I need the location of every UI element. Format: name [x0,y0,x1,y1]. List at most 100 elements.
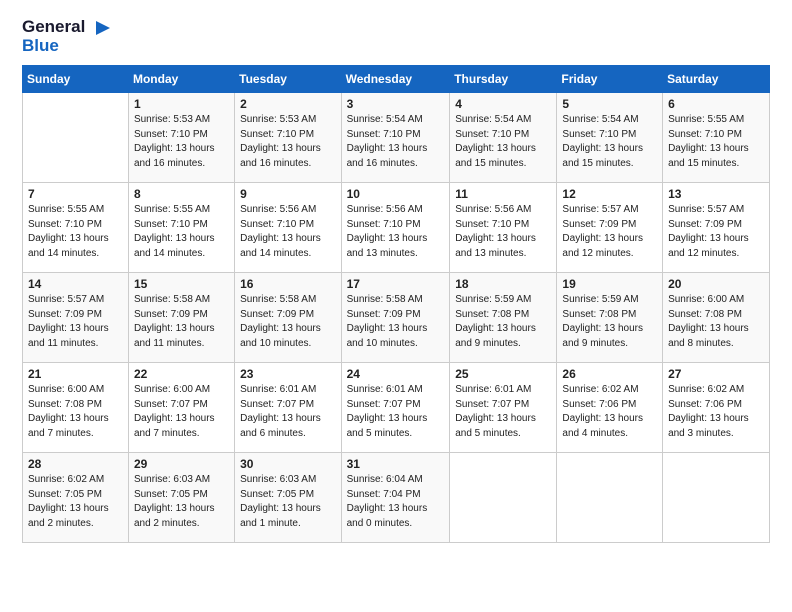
calendar-cell: 9 Sunrise: 5:56 AMSunset: 7:10 PMDaylight… [235,183,341,273]
calendar-cell: 21 Sunrise: 6:00 AMSunset: 7:08 PMDayligh… [23,363,129,453]
day-number: 7 [28,187,123,201]
week-row-0: 1 Sunrise: 5:53 AMSunset: 7:10 PMDaylight… [23,93,770,183]
calendar-cell: 14 Sunrise: 5:57 AMSunset: 7:09 PMDayligh… [23,273,129,363]
day-info: Sunrise: 5:58 AMSunset: 7:09 PMDaylight:… [240,293,335,351]
day-info: Sunrise: 6:02 AMSunset: 7:06 PMDaylight:… [562,383,657,441]
calendar-cell: 6Sunrise: 5:55 AMSunset: 7:10 PMDaylight… [663,93,770,183]
day-info: Sunrise: 5:58 AMSunset: 7:09 PMDaylight:… [134,293,229,351]
day-number: 1 [134,97,229,111]
day-number: 3 [347,97,445,111]
weekday-header-wednesday: Wednesday [341,66,450,93]
header: General Blue [22,18,770,55]
calendar-cell: 1 Sunrise: 5:53 AMSunset: 7:10 PMDaylight… [128,93,234,183]
calendar-cell: 3 Sunrise: 5:54 AMSunset: 7:10 PMDaylight… [341,93,450,183]
calendar-cell [23,93,129,183]
calendar-cell: 24 Sunrise: 6:01 AMSunset: 7:07 PMDayligh… [341,363,450,453]
day-info: Sunrise: 5:56 AMSunset: 7:10 PMDaylight:… [347,203,445,261]
day-info: Sunrise: 6:00 AMSunset: 7:07 PMDaylight:… [134,383,229,441]
logo-arrow-icon [92,19,110,37]
calendar-cell: 5 Sunrise: 5:54 AMSunset: 7:10 PMDaylight… [557,93,663,183]
weekday-header-tuesday: Tuesday [235,66,341,93]
page: General Blue SundayMondayTuesdayWednesda… [0,0,792,612]
calendar-cell: 26Sunrise: 6:02 AMSunset: 7:06 PMDayligh… [557,363,663,453]
day-number: 31 [347,457,445,471]
day-number: 30 [240,457,335,471]
weekday-header-monday: Monday [128,66,234,93]
day-info: Sunrise: 5:53 AMSunset: 7:10 PMDaylight:… [240,113,335,171]
day-info: Sunrise: 6:03 AMSunset: 7:05 PMDaylight:… [134,473,229,531]
calendar-cell: 27 Sunrise: 6:02 AMSunset: 7:06 PMDayligh… [663,363,770,453]
day-info: Sunrise: 5:56 AMSunset: 7:10 PMDaylight:… [240,203,335,261]
day-number: 17 [347,277,445,291]
day-number: 20 [668,277,764,291]
calendar-cell: 15 Sunrise: 5:58 AMSunset: 7:09 PMDayligh… [128,273,234,363]
calendar-table: SundayMondayTuesdayWednesdayThursdayFrid… [22,65,770,543]
weekday-header-row: SundayMondayTuesdayWednesdayThursdayFrid… [23,66,770,93]
calendar-cell: 13 Sunrise: 5:57 AMSunset: 7:09 PMDayligh… [663,183,770,273]
calendar-cell: 20 Sunrise: 6:00 AMSunset: 7:08 PMDayligh… [663,273,770,363]
day-number: 15 [134,277,229,291]
day-number: 8 [134,187,229,201]
day-number: 24 [347,367,445,381]
calendar-cell: 28 Sunrise: 6:02 AMSunset: 7:05 PMDayligh… [23,453,129,543]
day-number: 6 [668,97,764,111]
day-number: 4 [455,97,551,111]
day-info: Sunrise: 5:56 AMSunset: 7:10 PMDaylight:… [455,203,551,261]
day-info: Sunrise: 6:01 AMSunset: 7:07 PMDaylight:… [347,383,445,441]
calendar-cell: 12 Sunrise: 5:57 AMSunset: 7:09 PMDayligh… [557,183,663,273]
day-number: 27 [668,367,764,381]
day-info: Sunrise: 6:02 AMSunset: 7:06 PMDaylight:… [668,383,764,441]
calendar-cell: 29 Sunrise: 6:03 AMSunset: 7:05 PMDayligh… [128,453,234,543]
day-info: Sunrise: 5:54 AMSunset: 7:10 PMDaylight:… [562,113,657,171]
logo-text-block: General Blue [22,18,110,55]
day-number: 19 [562,277,657,291]
day-info: Sunrise: 6:00 AMSunset: 7:08 PMDaylight:… [28,383,123,441]
day-info: Sunrise: 6:00 AMSunset: 7:08 PMDaylight:… [668,293,764,351]
day-number: 18 [455,277,551,291]
calendar-cell: 30 Sunrise: 6:03 AMSunset: 7:05 PMDayligh… [235,453,341,543]
day-number: 5 [562,97,657,111]
calendar-cell: 25 Sunrise: 6:01 AMSunset: 7:07 PMDayligh… [450,363,557,453]
day-number: 25 [455,367,551,381]
day-info: Sunrise: 5:57 AMSunset: 7:09 PMDaylight:… [562,203,657,261]
day-info: Sunrise: 6:02 AMSunset: 7:05 PMDaylight:… [28,473,123,531]
logo: General Blue [22,18,110,55]
day-number: 23 [240,367,335,381]
calendar-cell: 16 Sunrise: 5:58 AMSunset: 7:09 PMDayligh… [235,273,341,363]
day-number: 14 [28,277,123,291]
day-info: Sunrise: 5:57 AMSunset: 7:09 PMDaylight:… [28,293,123,351]
week-row-2: 14 Sunrise: 5:57 AMSunset: 7:09 PMDayligh… [23,273,770,363]
day-info: Sunrise: 5:53 AMSunset: 7:10 PMDaylight:… [134,113,229,171]
day-number: 13 [668,187,764,201]
calendar-cell [557,453,663,543]
calendar-cell: 10 Sunrise: 5:56 AMSunset: 7:10 PMDayligh… [341,183,450,273]
day-number: 2 [240,97,335,111]
calendar-cell: 2 Sunrise: 5:53 AMSunset: 7:10 PMDaylight… [235,93,341,183]
day-info: Sunrise: 6:03 AMSunset: 7:05 PMDaylight:… [240,473,335,531]
calendar-cell: 19Sunrise: 5:59 AMSunset: 7:08 PMDayligh… [557,273,663,363]
weekday-header-saturday: Saturday [663,66,770,93]
day-info: Sunrise: 5:54 AMSunset: 7:10 PMDaylight:… [347,113,445,171]
logo-blue: Blue [22,36,59,55]
day-number: 16 [240,277,335,291]
day-number: 21 [28,367,123,381]
calendar-cell: 18 Sunrise: 5:59 AMSunset: 7:08 PMDayligh… [450,273,557,363]
day-number: 9 [240,187,335,201]
day-number: 28 [28,457,123,471]
calendar-cell: 17 Sunrise: 5:58 AMSunset: 7:09 PMDayligh… [341,273,450,363]
day-number: 12 [562,187,657,201]
day-info: Sunrise: 6:04 AMSunset: 7:04 PMDaylight:… [347,473,445,531]
week-row-3: 21 Sunrise: 6:00 AMSunset: 7:08 PMDayligh… [23,363,770,453]
calendar-cell: 4 Sunrise: 5:54 AMSunset: 7:10 PMDaylight… [450,93,557,183]
day-info: Sunrise: 6:01 AMSunset: 7:07 PMDaylight:… [240,383,335,441]
day-info: Sunrise: 5:59 AMSunset: 7:08 PMDaylight:… [455,293,551,351]
calendar-cell: 8Sunrise: 5:55 AMSunset: 7:10 PMDaylight… [128,183,234,273]
calendar-cell: 11Sunrise: 5:56 AMSunset: 7:10 PMDayligh… [450,183,557,273]
day-number: 10 [347,187,445,201]
day-number: 29 [134,457,229,471]
day-info: Sunrise: 5:57 AMSunset: 7:09 PMDaylight:… [668,203,764,261]
weekday-header-sunday: Sunday [23,66,129,93]
day-info: Sunrise: 6:01 AMSunset: 7:07 PMDaylight:… [455,383,551,441]
day-info: Sunrise: 5:54 AMSunset: 7:10 PMDaylight:… [455,113,551,171]
day-info: Sunrise: 5:58 AMSunset: 7:09 PMDaylight:… [347,293,445,351]
